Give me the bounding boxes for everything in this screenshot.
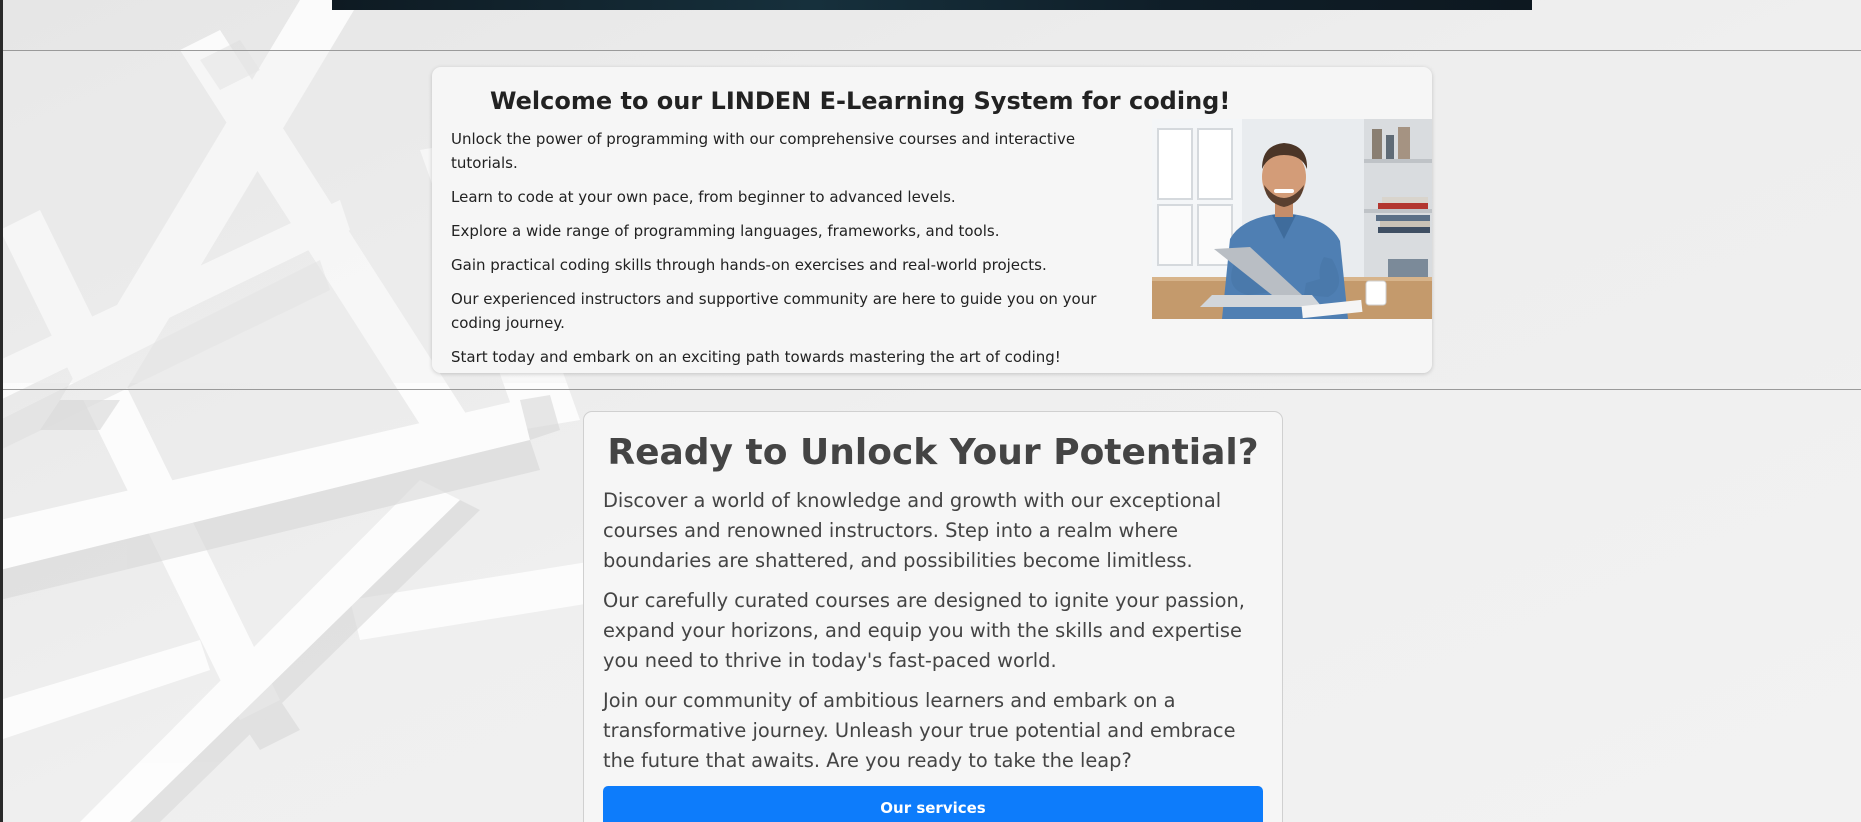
hero-banner-bottom-edge	[332, 0, 1532, 10]
man-with-laptop-photo	[1152, 119, 1432, 319]
cta-paragraph: Discover a world of knowledge and growth…	[603, 489, 1222, 572]
welcome-item: Gain practical coding skills through han…	[451, 256, 1047, 274]
welcome-title: Welcome to our LINDEN E-Learning System …	[490, 87, 1231, 115]
call-to-action-card: Ready to Unlock Your Potential? Discover…	[583, 411, 1283, 822]
welcome-item: Our experienced instructors and supporti…	[451, 290, 1097, 332]
welcome-item: Start today and embark on an exciting pa…	[451, 348, 1061, 366]
cta-paragraph: Join our community of ambitious learners…	[603, 689, 1236, 772]
welcome-item: Explore a wide range of programming lang…	[451, 222, 1000, 240]
section-divider-top	[3, 50, 1861, 51]
cta-paragraph: Our carefully curated courses are design…	[603, 589, 1245, 672]
welcome-card: Welcome to our LINDEN E-Learning System …	[432, 67, 1432, 373]
our-services-button[interactable]: Our services	[603, 786, 1263, 822]
welcome-item: Learn to code at your own pace, from beg…	[451, 188, 956, 206]
cta-body: Discover a world of knowledge and growth…	[603, 486, 1263, 786]
welcome-item: Unlock the power of programming with our…	[451, 130, 1076, 172]
welcome-feature-list: Unlock the power of programming with our…	[451, 127, 1111, 379]
photo-illustration	[1152, 119, 1432, 319]
section-divider-bottom	[3, 389, 1861, 390]
window-left-edge	[0, 0, 3, 822]
cta-title: Ready to Unlock Your Potential?	[607, 432, 1259, 473]
